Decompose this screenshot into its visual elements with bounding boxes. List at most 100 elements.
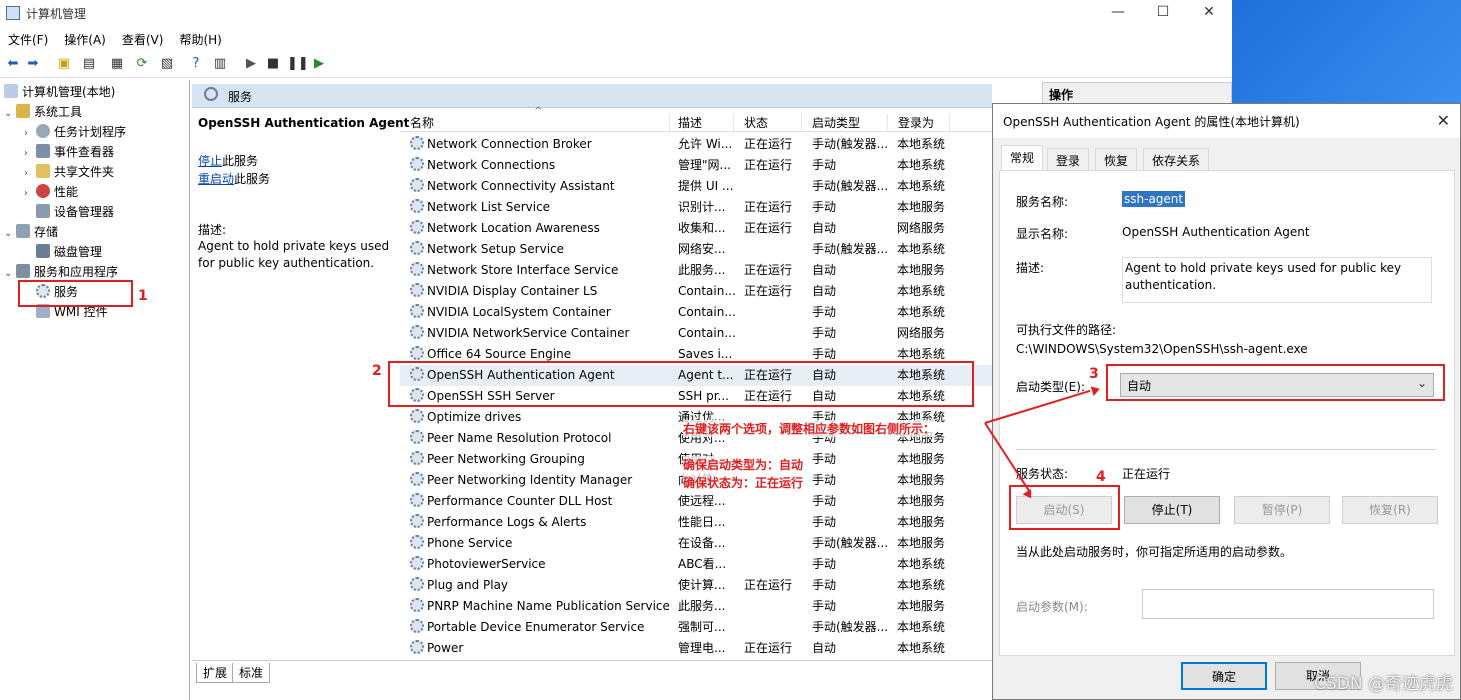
col-description[interactable]: 描述: [668, 114, 734, 132]
tab-dependencies[interactable]: 依存关系: [1143, 148, 1210, 170]
tab-logon[interactable]: 登录: [1047, 148, 1090, 170]
properties-icon[interactable]: ▧: [158, 55, 176, 73]
services-list-header: 名称 描述 状态 启动类型 登录为 ^: [400, 106, 992, 132]
service-row[interactable]: Phone Service 在设备... 手动(触发器... 本地服务: [400, 533, 992, 554]
services-header: 服务: [192, 84, 992, 108]
tree-storage[interactable]: ⌄ 存储: [4, 222, 58, 242]
service-row[interactable]: Performance Counter DLL Host 使远程... 手动 本地服务: [400, 491, 992, 512]
gear-icon: [410, 556, 424, 570]
service-desc-cell: Contain...: [678, 326, 736, 340]
stop-button[interactable]: 停止(T): [1124, 496, 1220, 524]
desktop-background: [1232, 0, 1461, 110]
navigation-tree: 计算机管理(本地) ⌄ 系统工具 › 任务计划程序 › 事件查看器 › 共享文件夹 › 性…: [0, 80, 190, 700]
folder-up-icon[interactable]: ▣: [55, 55, 73, 73]
restart-service-link[interactable]: 重启动: [198, 172, 234, 186]
tree-shared-folders[interactable]: › 共享文件夹: [24, 162, 114, 182]
service-startup-cell: 手动: [812, 473, 837, 487]
service-logon-cell: 本地服务: [897, 200, 946, 214]
service-row[interactable]: NVIDIA NetworkService Container Contain..…: [400, 323, 992, 344]
chevron-down-icon[interactable]: ⌄: [4, 264, 16, 284]
forward-icon[interactable]: ➡: [24, 55, 42, 73]
tree-task-scheduler[interactable]: › 任务计划程序: [24, 122, 126, 142]
maximize-button[interactable]: ☐: [1140, 0, 1186, 27]
service-row[interactable]: NVIDIA Display Container LS Contain... 正在运…: [400, 281, 992, 302]
chevron-right-icon[interactable]: ›: [24, 164, 36, 184]
tab-extended[interactable]: 扩展: [196, 663, 235, 683]
tree-services-apps[interactable]: ⌄ 服务和应用程序: [4, 262, 118, 282]
col-startup-type[interactable]: 启动类型: [802, 114, 888, 132]
service-name-value[interactable]: ssh-agent: [1122, 191, 1186, 207]
tree-system-tools[interactable]: ⌄ 系统工具: [4, 102, 82, 122]
refresh-icon[interactable]: ⟳: [133, 55, 151, 73]
stop-service-icon[interactable]: ■: [264, 55, 282, 73]
tab-recovery[interactable]: 恢复: [1095, 148, 1138, 170]
start-service-icon[interactable]: ▶: [242, 55, 260, 73]
col-status[interactable]: 状态: [734, 114, 802, 132]
service-row[interactable]: Power 管理电... 正在运行 自动 本地系统: [400, 638, 992, 659]
description-textbox[interactable]: Agent to hold private keys used for publ…: [1122, 257, 1432, 303]
search-icon: [204, 87, 218, 101]
tree-device-manager[interactable]: 设备管理器: [24, 202, 114, 222]
service-row[interactable]: Network Setup Service 网络安... 手动(触发器... 本地系统: [400, 239, 992, 260]
minimize-button[interactable]: —: [1095, 0, 1141, 27]
dialog-title: OpenSSH Authentication Agent 的属性(本地计算机): [993, 104, 1460, 138]
tree-performance[interactable]: › 性能: [24, 182, 78, 202]
action-pane-icon[interactable]: ▥: [211, 55, 229, 73]
services-apps-icon: [16, 264, 30, 278]
service-row[interactable]: PhotoviewerService ABC看... 手动 本地系统: [400, 554, 992, 575]
service-logon-cell: 本地系统: [897, 284, 946, 298]
start-params-input[interactable]: [1142, 589, 1434, 619]
service-row[interactable]: NVIDIA LocalSystem Container Contain... 手动…: [400, 302, 992, 323]
service-row[interactable]: Portable Device Enumerator Service 强制可...…: [400, 617, 992, 638]
menu-view[interactable]: 查看(V): [114, 28, 172, 51]
service-row[interactable]: Network Location Awareness 收集和... 正在运行 自动 网络…: [400, 218, 992, 239]
executable-path-value: C:\WINDOWS\System32\OpenSSH\ssh-agent.ex…: [1016, 342, 1308, 356]
tab-standard[interactable]: 标准: [232, 663, 271, 683]
service-row[interactable]: Network Store Interface Service 此服务... 正在运…: [400, 260, 992, 281]
service-desc-cell: 此服务...: [678, 263, 726, 277]
tree-disk-management[interactable]: 磁盘管理: [24, 242, 102, 262]
tree-event-viewer[interactable]: › 事件查看器: [24, 142, 114, 162]
chevron-right-icon[interactable]: ›: [24, 124, 36, 144]
menu-help[interactable]: 帮助(H): [171, 28, 229, 51]
export-list-icon[interactable]: ▦: [108, 55, 126, 73]
service-desc-cell: Contain...: [678, 284, 736, 298]
gear-icon: [410, 241, 424, 255]
restart-link-suffix: 此服务: [234, 172, 271, 186]
dialog-close-button[interactable]: ✕: [1437, 111, 1450, 130]
menu-action[interactable]: 操作(A): [56, 28, 114, 51]
chevron-down-icon[interactable]: ⌄: [4, 104, 16, 124]
service-name-cell: Network Connectivity Assistant: [410, 176, 672, 197]
chevron-down-icon[interactable]: ⌄: [4, 224, 16, 244]
tree-root[interactable]: 计算机管理(本地): [4, 82, 115, 102]
service-row[interactable]: Network Connection Broker 允许 Wi... 正在运行 手动(…: [400, 134, 992, 155]
back-icon[interactable]: ⬅: [4, 55, 22, 73]
service-name-label: 服务名称:: [1016, 195, 1069, 209]
chevron-right-icon[interactable]: ›: [24, 184, 36, 204]
service-startup-cell: 手动: [812, 557, 837, 571]
stop-service-link[interactable]: 停止: [198, 154, 222, 168]
resume-button[interactable]: 恢复(R): [1342, 496, 1438, 524]
gear-icon: [410, 514, 424, 528]
show-hide-tree-icon[interactable]: ▤: [80, 55, 98, 73]
service-row[interactable]: Network Connectivity Assistant 提供 UI ... 手…: [400, 176, 992, 197]
service-row[interactable]: PNRP Machine Name Publication Service 此服务…: [400, 596, 992, 617]
service-name-cell: Network Connections: [410, 155, 672, 176]
menu-file[interactable]: 文件(F): [0, 28, 56, 51]
tab-general[interactable]: 常规: [1001, 145, 1044, 171]
service-row[interactable]: Plug and Play 使计算... 正在运行 手动 本地系统: [400, 575, 992, 596]
pause-button[interactable]: 暂停(P): [1234, 496, 1330, 524]
restart-service-icon[interactable]: ▶: [310, 55, 328, 73]
service-row[interactable]: Performance Logs & Alerts 性能日... 手动 本地服务: [400, 512, 992, 533]
annotation-number-1: 1: [138, 288, 148, 304]
close-button[interactable]: ✕: [1186, 0, 1232, 27]
pause-service-icon[interactable]: ❚❚: [287, 55, 309, 73]
col-logon-as[interactable]: 登录为: [888, 114, 950, 132]
chevron-right-icon[interactable]: ›: [24, 144, 36, 164]
service-status-label: 服务状态:: [1016, 467, 1069, 481]
service-row[interactable]: Network List Service 识别计... 正在运行 手动 本地服务: [400, 197, 992, 218]
gear-icon: [410, 493, 424, 507]
service-row[interactable]: Network Connections 管理"网... 正在运行 手动 本地系统: [400, 155, 992, 176]
help-icon[interactable]: ?: [187, 55, 205, 73]
ok-button[interactable]: 确定: [1181, 662, 1267, 690]
